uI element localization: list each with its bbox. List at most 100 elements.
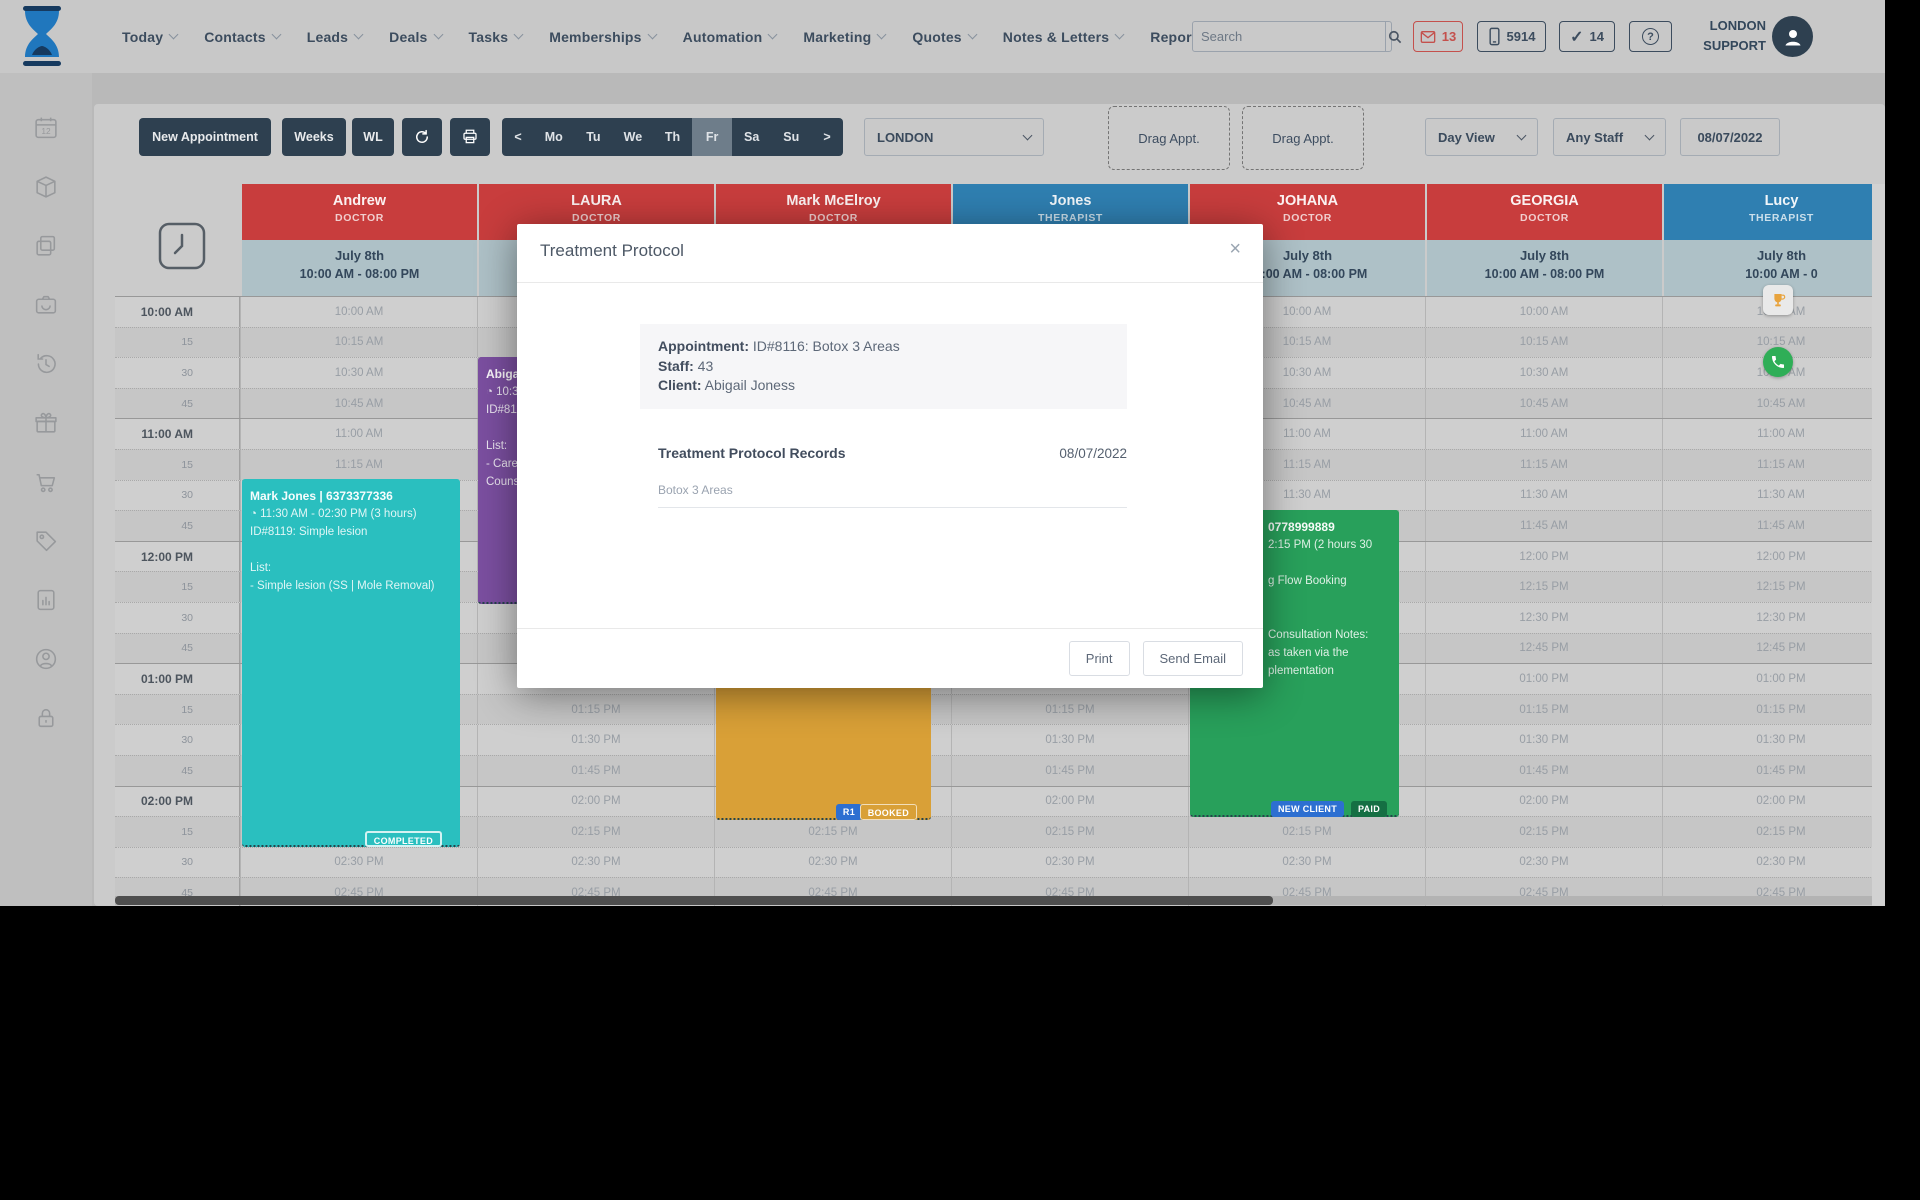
send-email-button[interactable]: Send Email	[1143, 641, 1243, 676]
time-cell[interactable]: 12:15 PM	[1425, 572, 1662, 602]
camera-icon[interactable]	[33, 292, 59, 318]
time-cell[interactable]: 10:30 AM	[240, 358, 477, 388]
time-cell[interactable]: 12:45 PM	[1425, 634, 1662, 664]
refresh-button[interactable]	[402, 118, 442, 156]
time-cell[interactable]: 11:45 AM	[1425, 511, 1662, 541]
nav-item-contacts[interactable]: Contacts	[204, 29, 280, 45]
time-cell[interactable]: 10:15 AM	[240, 328, 477, 358]
lock-icon[interactable]	[33, 705, 59, 731]
search-icon[interactable]	[1385, 22, 1404, 51]
nav-item-deals[interactable]: Deals	[389, 29, 441, 45]
record-item-botox[interactable]: Botox 3 Areas	[658, 483, 1127, 508]
staff-filter-select[interactable]: Any Staff	[1553, 118, 1666, 156]
time-cell[interactable]: 12:45 PM	[1662, 634, 1879, 664]
time-cell[interactable]: 11:30 AM	[1425, 481, 1662, 511]
time-cell[interactable]: 02:15 PM	[1662, 817, 1879, 847]
day-button-fr[interactable]: Fr	[692, 118, 732, 156]
time-cell[interactable]: 02:30 PM	[1425, 848, 1662, 878]
package-icon[interactable]	[33, 174, 59, 200]
time-cell[interactable]: 02:00 PM	[477, 787, 714, 817]
view-select[interactable]: Day View	[1425, 118, 1538, 156]
avatar[interactable]	[1772, 16, 1813, 57]
day-button-mo[interactable]: Mo	[534, 118, 574, 156]
time-cell[interactable]: 02:15 PM	[1425, 817, 1662, 847]
time-cell[interactable]: 01:45 PM	[477, 756, 714, 786]
time-cell[interactable]: 12:30 PM	[1662, 603, 1879, 633]
time-cell[interactable]: 02:30 PM	[240, 848, 477, 878]
waitlist-button[interactable]: WL	[352, 118, 394, 156]
time-cell[interactable]: 12:30 PM	[1425, 603, 1662, 633]
day-button-su[interactable]: Su	[771, 118, 811, 156]
drag-appointment-slot-1[interactable]: Drag Appt.	[1108, 106, 1230, 170]
time-cell[interactable]: 01:15 PM	[477, 695, 714, 725]
time-cell[interactable]: 10:00 AM	[240, 297, 477, 327]
nav-item-marketing[interactable]: Marketing	[803, 29, 885, 45]
time-cell[interactable]: 02:15 PM	[951, 817, 1188, 847]
tasks-button[interactable]: ✓ 14	[1559, 21, 1615, 52]
time-cell[interactable]: 01:30 PM	[1425, 725, 1662, 755]
scrollbar-thumb[interactable]	[115, 896, 1273, 905]
prev-day-button[interactable]: <	[502, 118, 534, 156]
time-cell[interactable]: 02:30 PM	[477, 848, 714, 878]
time-cell[interactable]: 01:00 PM	[1662, 664, 1879, 694]
nav-item-today[interactable]: Today	[122, 29, 177, 45]
print-button[interactable]: Print	[1069, 641, 1130, 676]
nav-item-leads[interactable]: Leads	[307, 29, 362, 45]
phone-button[interactable]: 5914	[1477, 21, 1546, 52]
time-cell[interactable]: 02:00 PM	[1662, 787, 1879, 817]
app-logo-icon[interactable]	[14, 4, 70, 68]
time-cell[interactable]: 01:45 PM	[951, 756, 1188, 786]
tag-icon[interactable]	[33, 528, 59, 554]
user-circle-icon[interactable]	[33, 646, 59, 672]
time-cell[interactable]: 10:45 AM	[1425, 389, 1662, 419]
inbox-mail-button[interactable]: 13	[1413, 21, 1463, 52]
time-cell[interactable]: 12:00 PM	[1662, 542, 1879, 572]
floating-basket-icon[interactable]	[1763, 285, 1793, 315]
day-button-sa[interactable]: Sa	[732, 118, 772, 156]
time-cell[interactable]: 01:15 PM	[951, 695, 1188, 725]
time-cell[interactable]: 02:30 PM	[1188, 848, 1425, 878]
history-icon[interactable]	[33, 351, 59, 377]
floating-phone-icon[interactable]	[1763, 347, 1793, 377]
day-button-tu[interactable]: Tu	[574, 118, 614, 156]
copy-icon[interactable]	[33, 233, 59, 259]
nav-item-automation[interactable]: Automation	[683, 29, 777, 45]
cart-icon[interactable]	[33, 469, 59, 495]
time-cell[interactable]: 02:15 PM	[477, 817, 714, 847]
time-cell[interactable]: 01:30 PM	[951, 725, 1188, 755]
help-button[interactable]: ?	[1629, 21, 1672, 52]
time-cell[interactable]: 01:15 PM	[1425, 695, 1662, 725]
time-cell[interactable]: 12:15 PM	[1662, 572, 1879, 602]
time-cell[interactable]: 10:15 AM	[1425, 328, 1662, 358]
time-cell[interactable]: 10:00 AM	[1425, 297, 1662, 327]
time-cell[interactable]: 11:00 AM	[240, 419, 477, 449]
day-button-th[interactable]: Th	[653, 118, 693, 156]
time-cell[interactable]: 01:30 PM	[1662, 725, 1879, 755]
time-cell[interactable]: 01:45 PM	[1425, 756, 1662, 786]
time-cell[interactable]: 11:00 AM	[1662, 419, 1879, 449]
nav-item-notes-letters[interactable]: Notes & Letters	[1003, 29, 1123, 45]
next-day-button[interactable]: >	[811, 118, 843, 156]
weeks-button[interactable]: Weeks	[282, 118, 346, 156]
print-calendar-button[interactable]	[450, 118, 490, 156]
appt-mark-jones[interactable]: Mark Jones | 6373377336◔ 11:30 AM - 02:3…	[242, 479, 460, 847]
time-cell[interactable]: 10:45 AM	[1662, 389, 1879, 419]
time-cell[interactable]: 02:30 PM	[1662, 848, 1879, 878]
time-cell[interactable]: 02:00 PM	[1425, 787, 1662, 817]
time-cell[interactable]: 02:30 PM	[951, 848, 1188, 878]
drag-appointment-slot-2[interactable]: Drag Appt.	[1242, 106, 1364, 170]
time-cell[interactable]: 02:15 PM	[714, 817, 951, 847]
search-input[interactable]	[1193, 29, 1385, 44]
new-appointment-button[interactable]: New Appointment	[139, 118, 271, 156]
time-cell[interactable]: 10:30 AM	[1425, 358, 1662, 388]
date-picker[interactable]: 08/07/2022	[1680, 118, 1780, 156]
time-cell[interactable]: 11:15 AM	[240, 450, 477, 480]
time-cell[interactable]: 02:00 PM	[951, 787, 1188, 817]
time-cell[interactable]: 10:45 AM	[240, 389, 477, 419]
time-cell[interactable]: 11:30 AM	[1662, 481, 1879, 511]
nav-item-tasks[interactable]: Tasks	[469, 29, 523, 45]
close-icon[interactable]: ×	[1229, 238, 1241, 261]
report-icon[interactable]	[33, 587, 59, 613]
day-button-we[interactable]: We	[613, 118, 653, 156]
time-cell[interactable]: 01:15 PM	[1662, 695, 1879, 725]
